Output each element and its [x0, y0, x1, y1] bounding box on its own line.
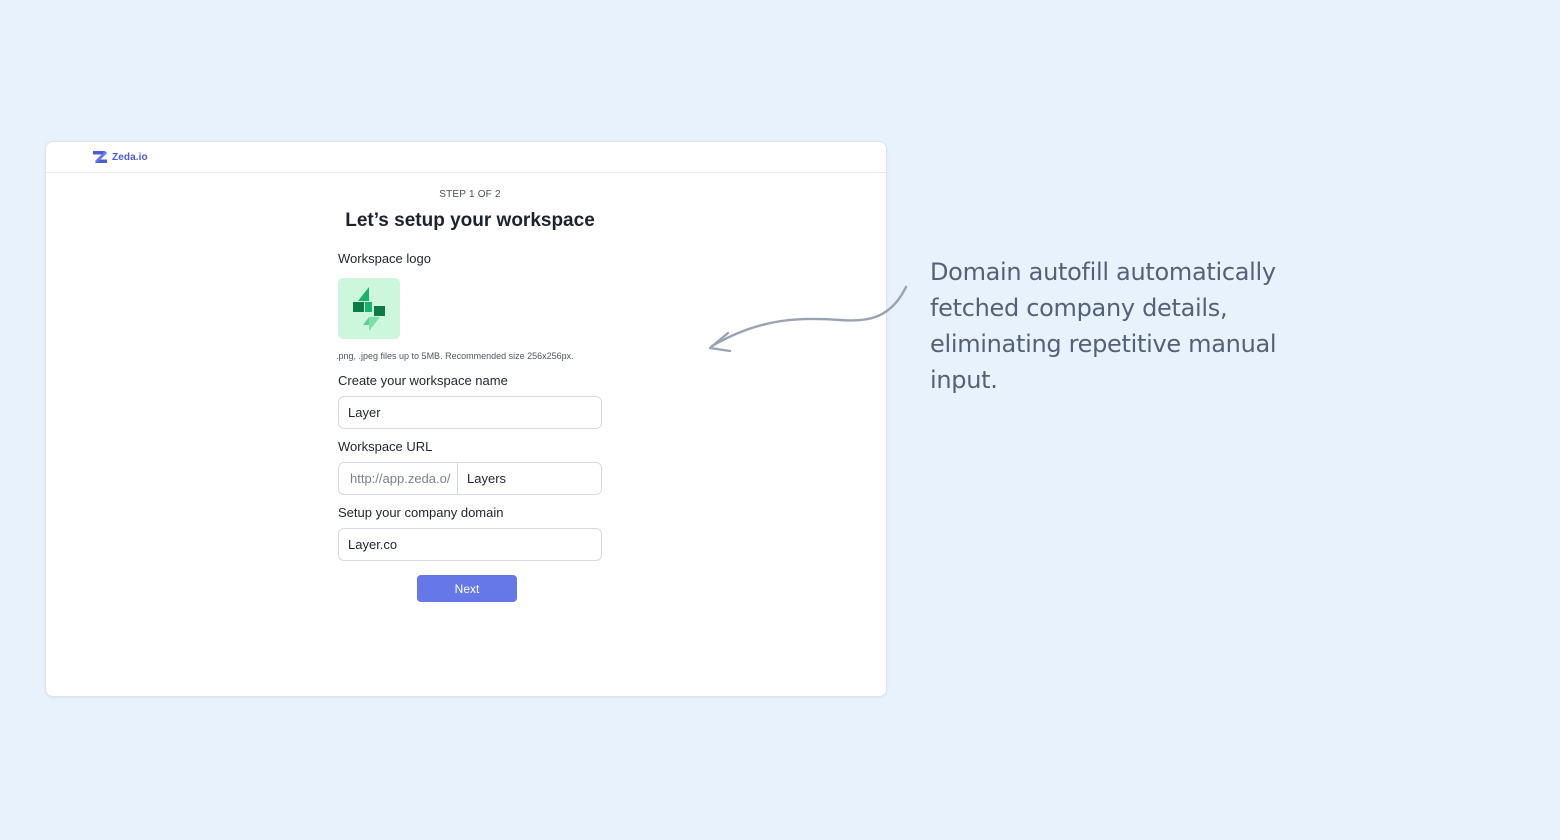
page-title: Let’s setup your workspace	[345, 210, 595, 231]
curved-arrow-icon	[708, 285, 908, 353]
workspace-url-label: Workspace URL	[338, 439, 433, 454]
annotation-line: fetched company details,	[930, 294, 1228, 322]
annotation-line: Domain autofill automatically	[930, 258, 1276, 286]
brand[interactable]: Zeda.io	[90, 147, 148, 167]
company-domain-input[interactable]	[338, 528, 602, 561]
workspace-url-input[interactable]	[458, 463, 601, 494]
logo-upload-hint: .png, .jpeg files up to 5MB. Recommended…	[336, 351, 574, 361]
workspace-setup-window: Zeda.io STEP 1 OF 2 Let’s setup your wor…	[45, 141, 887, 697]
company-domain-label: Setup your company domain	[338, 505, 504, 520]
workspace-name-input[interactable]	[338, 396, 602, 429]
url-prefix: http://app.zeda.o/	[339, 463, 458, 494]
step-indicator: STEP 1 OF 2	[439, 189, 501, 200]
annotation-text: Domain autofill automatically fetched co…	[930, 254, 1350, 398]
zeda-logo-icon	[93, 151, 107, 163]
brand-name: Zeda.io	[112, 151, 148, 163]
next-button[interactable]: Next	[417, 575, 517, 602]
top-bar: Zeda.io	[46, 142, 886, 173]
workspace-url-field: http://app.zeda.o/	[338, 462, 602, 495]
annotation-line: eliminating repetitive manual input.	[930, 330, 1277, 394]
workspace-logo-upload[interactable]	[338, 278, 400, 339]
workspace-name-label: Create your workspace name	[338, 373, 508, 388]
workspace-logo-label: Workspace logo	[338, 251, 431, 266]
layers-logo-icon	[353, 286, 385, 331]
